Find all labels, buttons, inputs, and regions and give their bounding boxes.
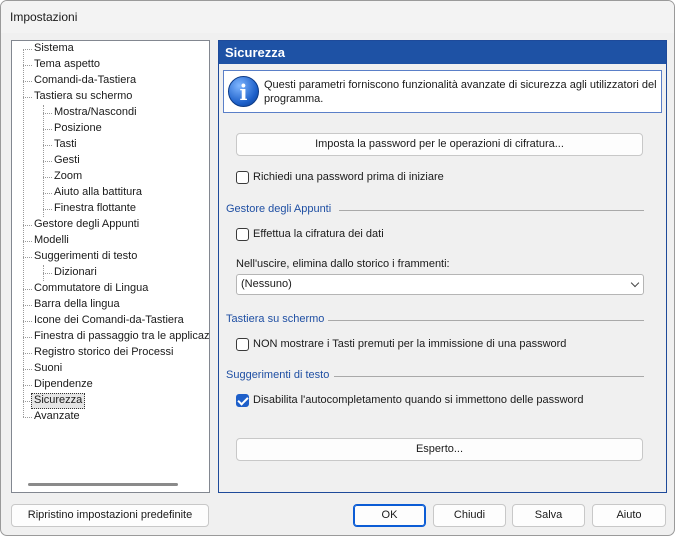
checkbox-label: Disabilita l'autocompletamento quando si… [253, 394, 584, 406]
tree-connector [43, 145, 52, 146]
tree-item-aiuto-battitura[interactable]: Aiuto alla battitura [52, 185, 144, 201]
section-title: Suggerimenti di testo [226, 369, 330, 381]
tree-connector [43, 161, 52, 162]
tree-connector [23, 225, 32, 226]
dropdown-value: (Nessuno) [241, 278, 292, 290]
tree-connector [23, 81, 32, 82]
tree-connector [23, 289, 32, 290]
set-password-button[interactable]: Imposta la password per le operazioni di… [236, 133, 643, 156]
tree-connector [43, 129, 52, 130]
close-button[interactable]: Chiudi [433, 504, 506, 527]
osk-section-header: Tastiera su schermo [226, 313, 644, 327]
section-divider [328, 320, 644, 321]
save-button[interactable]: Salva [512, 504, 585, 527]
settings-window: Impostazioni Sistema Tema aspetto Comand… [0, 0, 675, 536]
tree-connector [23, 241, 32, 242]
disable-autocomplete-checkbox[interactable]: Disabilita l'autocompletamento quando si… [236, 393, 636, 409]
tree-item-comandi-da-tastiera[interactable]: Comandi-da-Tastiera [32, 73, 138, 89]
security-panel: Sicurezza i Questi parametri forniscono … [218, 40, 667, 493]
help-button[interactable]: Aiuto [592, 504, 666, 527]
panel-title: Sicurezza [219, 41, 666, 64]
reset-defaults-button[interactable]: Ripristino impostazioni predefinite [11, 504, 209, 527]
tree-item-zoom[interactable]: Zoom [52, 169, 84, 185]
tree-item-dipendenze[interactable]: Dipendenze [32, 377, 95, 393]
tree-item-modelli[interactable]: Modelli [32, 233, 71, 249]
require-password-checkbox[interactable]: Richiedi una password prima di iniziare [236, 170, 536, 186]
tree-item-tasti[interactable]: Tasti [52, 137, 79, 153]
tree-item-dizionari[interactable]: Dizionari [52, 265, 99, 281]
tree-item-suoni[interactable]: Suoni [32, 361, 64, 377]
tree-item-sicurezza[interactable]: Sicurezza [31, 393, 86, 409]
tree-connector [23, 321, 32, 322]
section-divider [339, 210, 644, 211]
tree-item-gesti[interactable]: Gesti [52, 153, 82, 169]
tree-item-registro-processi[interactable]: Registro storico dei Processi [32, 345, 175, 361]
tree-item-finestra-passaggio[interactable]: Finestra di passaggio tra le applicazion… [32, 329, 209, 345]
on-exit-dropdown[interactable]: (Nessuno) [236, 274, 644, 295]
info-box: i Questi parametri forniscono funzionali… [223, 70, 662, 113]
title-bar: Impostazioni [1, 1, 674, 33]
tree-connector [23, 49, 24, 417]
hide-keys-checkbox[interactable]: NON mostrare i Tasti premuti per la immi… [236, 337, 636, 353]
tree-item-sistema[interactable]: Sistema [32, 41, 76, 57]
section-title: Gestore degli Appunti [226, 203, 332, 215]
tree-connector [23, 97, 32, 98]
checkbox-label: NON mostrare i Tasti premuti per la immi… [253, 338, 567, 350]
checkbox-box[interactable] [236, 394, 249, 407]
tree-connector [43, 193, 52, 194]
tree-connector [23, 337, 32, 338]
tree-item-gestore-appunti[interactable]: Gestore degli Appunti [32, 217, 141, 233]
tree-item-icone-comandi[interactable]: Icone dei Comandi-da-Tastiera [32, 313, 186, 329]
tree-item-finestra-flottante[interactable]: Finestra flottante [52, 201, 138, 217]
tree-connector [23, 417, 32, 418]
ok-button[interactable]: OK [353, 504, 426, 527]
chevron-down-icon [630, 278, 640, 288]
section-title: Tastiera su schermo [226, 313, 325, 325]
suggestions-section-header: Suggerimenti di testo [226, 369, 644, 383]
tree-item-tema-aspetto[interactable]: Tema aspetto [32, 57, 102, 73]
checkbox-label: Effettua la cifratura dei dati [253, 228, 384, 240]
on-exit-label: Nell'uscire, elimina dallo storico i fra… [236, 258, 450, 270]
tree-connector [23, 257, 32, 258]
tree-connector [43, 177, 52, 178]
tree-item-tastiera-su-schermo[interactable]: Tastiera su schermo [32, 89, 134, 105]
info-icon: i [228, 76, 259, 107]
horizontal-scrollbar[interactable] [28, 483, 178, 486]
tree-connector [23, 65, 32, 66]
section-divider [334, 376, 644, 377]
tree-item-avanzate[interactable]: Avanzate [32, 409, 82, 425]
tree-item-mostra-nascondi[interactable]: Mostra/Nascondi [52, 105, 139, 121]
window-title: Impostazioni [10, 10, 78, 24]
clipboard-section-header: Gestore degli Appunti [226, 203, 644, 217]
tree-item-commutatore-lingua[interactable]: Commutatore di Lingua [32, 281, 150, 297]
checkbox-box[interactable] [236, 228, 249, 241]
tree-connector [43, 273, 52, 274]
checkbox-box[interactable] [236, 338, 249, 351]
tree-item-suggerimenti-testo[interactable]: Suggerimenti di testo [32, 249, 139, 265]
tree-connector [23, 385, 32, 386]
tree-connector [23, 305, 32, 306]
tree-connector [23, 353, 32, 354]
tree-connector [43, 113, 52, 114]
tree-item-barra-lingua[interactable]: Barra della lingua [32, 297, 122, 313]
tree-connector [23, 49, 32, 50]
expert-button[interactable]: Esperto... [236, 438, 643, 461]
tree-connector [23, 369, 32, 370]
tree-item-posizione[interactable]: Posizione [52, 121, 104, 137]
settings-tree[interactable]: Sistema Tema aspetto Comandi-da-Tastiera… [11, 40, 210, 493]
checkbox-box[interactable] [236, 171, 249, 184]
checkbox-label: Richiedi una password prima di iniziare [253, 171, 444, 183]
encrypt-data-checkbox[interactable]: Effettua la cifratura dei dati [236, 227, 536, 243]
tree-connector [43, 209, 52, 210]
info-text: Questi parametri forniscono funzionalità… [264, 79, 657, 105]
